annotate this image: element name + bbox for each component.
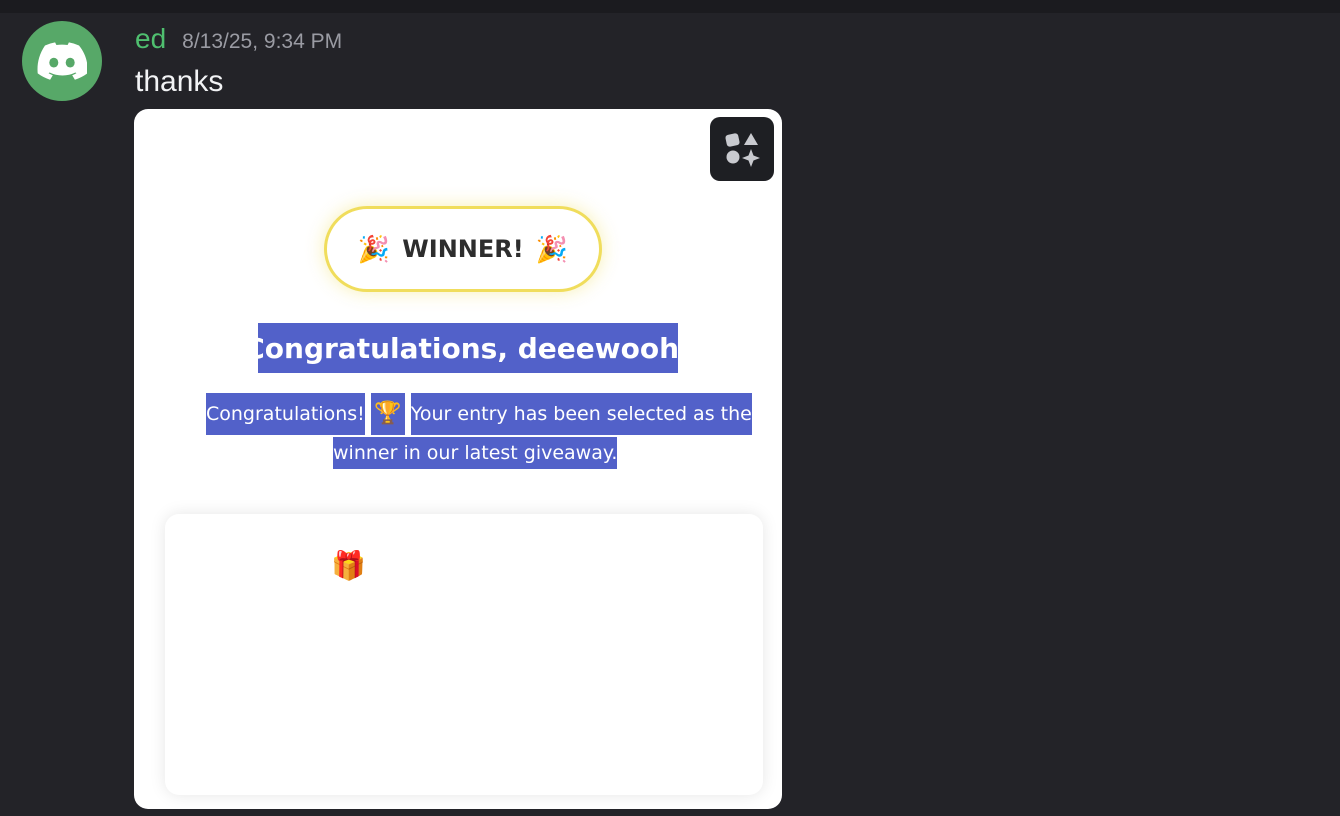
trophy-icon: 🏆 [370, 393, 405, 435]
prize-card: 🎁 [165, 514, 763, 795]
body-text-part1: Congratulations! [206, 393, 365, 435]
gift-icon: 🎁 [331, 550, 366, 581]
app-launcher-icon [725, 133, 760, 167]
body-line-1: Congratulations! 🏆 Your entry has been s… [206, 393, 752, 435]
avatar[interactable] [22, 21, 102, 101]
winner-badge: 🎉 WINNER! 🎉 [324, 206, 602, 292]
apps-button[interactable] [710, 117, 774, 181]
image-attachment[interactable]: 🎉 WINNER! 🎉 Congratulations, deeewooh! C… [134, 109, 782, 809]
body-text-part2: Your entry has been selected as the [410, 393, 752, 435]
body-line-2: winner in our latest giveaway. [333, 437, 618, 469]
top-strip [0, 0, 1340, 13]
message-timestamp: 8/13/25, 9:34 PM [182, 30, 343, 53]
party-popper-icon: 🎉 [535, 234, 569, 264]
message-header: ed 8/13/25, 9:34 PM [135, 23, 342, 55]
discord-logo-icon [37, 42, 87, 80]
message-content: thanks [135, 65, 224, 98]
chat-message: ed 8/13/25, 9:34 PM thanks 🎉 WINNER! 🎉 C… [0, 13, 1340, 816]
body-text-part3: winner in our latest giveaway. [333, 437, 618, 469]
party-popper-icon: 🎉 [357, 234, 391, 264]
author-name[interactable]: ed [135, 23, 166, 55]
winner-label: WINNER! [402, 235, 524, 263]
congratulations-heading: Congratulations, deeewooh! [244, 323, 692, 373]
